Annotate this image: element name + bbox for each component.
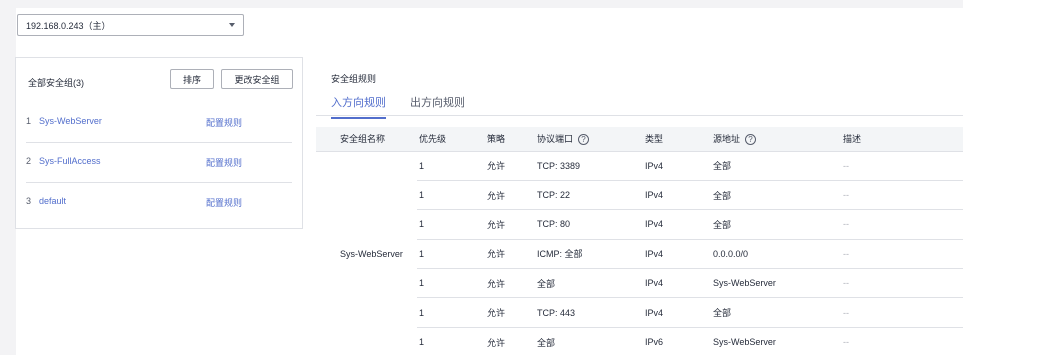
description-cell: -- xyxy=(843,239,963,270)
source-cell: 全部 xyxy=(713,297,843,328)
security-group-index: 1 xyxy=(26,116,32,126)
type-cell: IPv4 xyxy=(645,239,713,270)
security-group-count-title: 全部安全组(3) xyxy=(28,78,84,88)
policy-cell: 允许 xyxy=(485,151,537,181)
security-group-name[interactable]: default xyxy=(39,196,66,206)
port-cell: 全部 xyxy=(537,268,645,299)
help-icon[interactable]: ? xyxy=(578,134,590,146)
sort-button[interactable]: 排序 xyxy=(170,69,214,89)
port-cell: TCP: 443 xyxy=(537,297,645,328)
rule-direction-tabs: 入方向规则 出方向规则 xyxy=(331,94,489,119)
description-cell: -- xyxy=(843,151,963,181)
priority-cell: 1 xyxy=(417,297,485,328)
configure-rules-link[interactable]: 配置规则 xyxy=(206,116,242,129)
priority-cell: 1 xyxy=(417,268,485,299)
column-header-priority: 优先级 xyxy=(417,127,485,152)
source-cell: 全部 xyxy=(713,151,843,181)
type-cell: IPv4 xyxy=(645,209,713,240)
type-cell: IPv4 xyxy=(645,151,713,181)
policy-cell: 允许 xyxy=(485,268,537,299)
security-group-index: 3 xyxy=(26,196,32,206)
port-cell: 全部 xyxy=(537,327,645,355)
ip-address-value: 192.168.0.243（主） xyxy=(26,20,111,31)
type-cell: IPv6 xyxy=(645,327,713,355)
security-group-list: 全部安全组(3) 排序 更改安全组 1 Sys-WebServer 配置规则 2… xyxy=(15,57,303,229)
type-cell: IPv4 xyxy=(645,297,713,328)
change-security-group-button[interactable]: 更改安全组 xyxy=(221,69,293,89)
rules-table: 安全组名称 优先级 策略 协议端口? 类型 源地址? 描述 Sys-WebSer… xyxy=(316,127,963,355)
description-cell: -- xyxy=(843,327,963,355)
column-header-source: 源地址? xyxy=(713,127,843,152)
help-icon[interactable]: ? xyxy=(745,134,757,146)
description-cell: -- xyxy=(843,209,963,240)
source-cell: Sys-WebServer xyxy=(713,268,843,299)
column-header-description: 描述 xyxy=(843,127,963,152)
policy-cell: 允许 xyxy=(485,209,537,240)
description-cell: -- xyxy=(843,180,963,211)
table-header-row: 安全组名称 优先级 策略 协议端口? 类型 源地址? 描述 xyxy=(316,127,963,152)
policy-cell: 允许 xyxy=(485,180,537,211)
security-group-item: 2 Sys-FullAccess 配置规则 xyxy=(26,143,292,183)
description-cell: -- xyxy=(843,268,963,299)
column-header-group-name: 安全组名称 xyxy=(316,127,417,152)
column-header-port-label: 协议端口 xyxy=(537,134,574,145)
tab-divider xyxy=(316,115,963,116)
port-cell: TCP: 22 xyxy=(537,180,645,211)
security-group-list-header: 全部安全组(3) 排序 更改安全组 xyxy=(16,58,302,103)
source-cell: 全部 xyxy=(713,209,843,240)
policy-cell: 允许 xyxy=(485,297,537,328)
priority-cell: 1 xyxy=(417,209,485,240)
group-name-cell: Sys-WebServer xyxy=(340,249,403,260)
chevron-down-icon xyxy=(229,23,235,27)
ip-address-select[interactable]: 192.168.0.243（主） xyxy=(17,14,244,36)
column-header-policy: 策略 xyxy=(485,127,537,152)
tab-outbound-rules[interactable]: 出方向规则 xyxy=(410,94,465,116)
column-header-port: 协议端口? xyxy=(537,127,645,152)
policy-cell: 允许 xyxy=(485,327,537,355)
priority-cell: 1 xyxy=(417,151,485,181)
source-cell: 全部 xyxy=(713,180,843,211)
port-cell: TCP: 3389 xyxy=(537,151,645,181)
description-cell: -- xyxy=(843,297,963,328)
type-cell: IPv4 xyxy=(645,180,713,211)
column-header-source-label: 源地址 xyxy=(713,134,741,145)
priority-cell: 1 xyxy=(417,327,485,355)
priority-cell: 1 xyxy=(417,239,485,270)
port-cell: TCP: 80 xyxy=(537,209,645,240)
source-cell: Sys-WebServer xyxy=(713,327,843,355)
rules-section-title: 安全组规则 xyxy=(331,74,377,84)
security-group-index: 2 xyxy=(26,156,32,166)
security-group-name[interactable]: Sys-WebServer xyxy=(39,116,102,126)
tab-inbound-rules[interactable]: 入方向规则 xyxy=(331,94,386,119)
policy-cell: 允许 xyxy=(485,239,537,270)
priority-cell: 1 xyxy=(417,180,485,211)
security-group-name[interactable]: Sys-FullAccess xyxy=(39,156,101,166)
source-cell: 0.0.0.0/0 xyxy=(713,239,843,270)
security-group-item: 3 default 配置规则 xyxy=(26,183,292,223)
column-header-type: 类型 xyxy=(645,127,713,152)
security-group-item: 1 Sys-WebServer 配置规则 xyxy=(26,103,292,143)
table-row: Sys-WebServer 1 允许 TCP: 3389 IPv4 全部 -- xyxy=(316,151,963,259)
type-cell: IPv4 xyxy=(645,268,713,299)
configure-rules-link[interactable]: 配置规则 xyxy=(206,196,242,209)
configure-rules-link[interactable]: 配置规则 xyxy=(206,156,242,169)
port-cell: ICMP: 全部 xyxy=(537,239,645,270)
